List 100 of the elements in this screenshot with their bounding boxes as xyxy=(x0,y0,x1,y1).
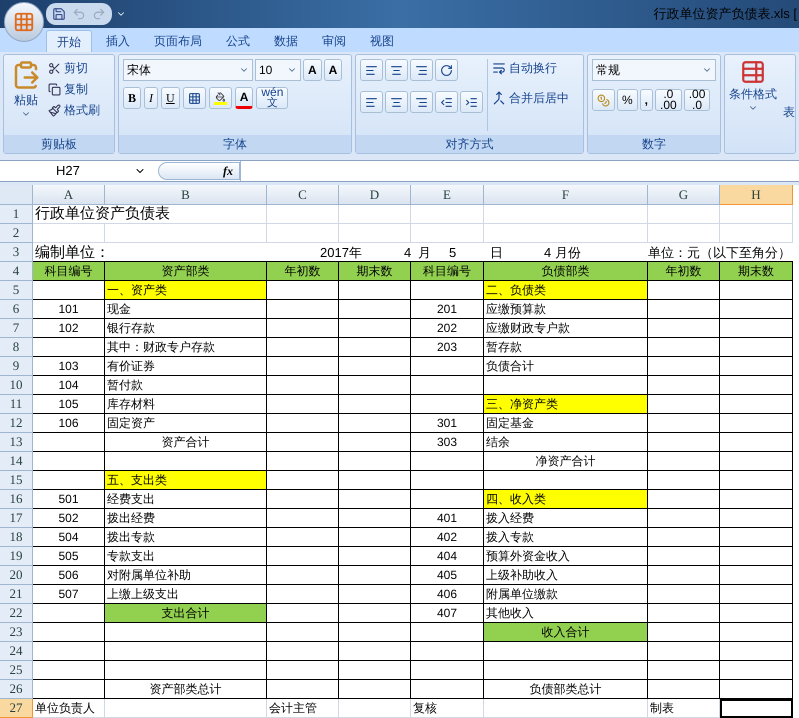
column-header[interactable]: B xyxy=(105,185,267,205)
font-size-field[interactable]: 10 xyxy=(255,59,301,81)
ribbon-tab[interactable]: 开始 xyxy=(46,30,92,52)
table-cell xyxy=(648,395,720,414)
row-header[interactable]: 24 xyxy=(0,642,33,661)
ribbon-tab[interactable]: 公式 xyxy=(216,30,260,52)
row-header[interactable]: 20 xyxy=(0,566,33,585)
font-style-button[interactable]: U xyxy=(161,87,180,109)
row-header[interactable]: 25 xyxy=(0,661,33,680)
row-header[interactable]: 9 xyxy=(0,357,33,376)
ribbon-tab[interactable]: 审阅 xyxy=(312,30,356,52)
row-header[interactable]: 27 xyxy=(0,699,33,718)
row-header[interactable]: 2 xyxy=(0,224,33,243)
font-field[interactable]: 宋体 xyxy=(123,59,253,81)
name-box[interactable]: H27 xyxy=(0,161,150,181)
row-header[interactable]: 13 xyxy=(0,433,33,452)
row-header[interactable]: 22 xyxy=(0,604,33,623)
comma-button[interactable]: , xyxy=(640,89,654,111)
align-left-button[interactable] xyxy=(360,91,383,113)
row-header[interactable]: 7 xyxy=(0,319,33,338)
row-header[interactable]: 21 xyxy=(0,585,33,604)
ribbon-tab[interactable]: 视图 xyxy=(360,30,404,52)
shrink-font-button[interactable]: A xyxy=(324,59,342,81)
column-header[interactable]: G xyxy=(648,185,720,205)
paste-label[interactable]: 粘贴 xyxy=(14,91,38,109)
number-format-field[interactable]: 常规 xyxy=(592,59,716,81)
font-style-button[interactable]: B xyxy=(123,87,142,109)
row-header[interactable]: 16 xyxy=(0,490,33,509)
row-header[interactable]: 3 xyxy=(0,243,33,262)
outdent-button[interactable] xyxy=(435,91,458,113)
header-text: 4 月份 xyxy=(544,244,582,261)
align-right-button[interactable] xyxy=(410,91,433,113)
row-header[interactable]: 19 xyxy=(0,547,33,566)
percent-button[interactable]: % xyxy=(617,89,638,111)
table-cell: 四、收入类 xyxy=(484,490,648,509)
table-cell: 拨入专款 xyxy=(484,528,648,547)
column-header[interactable]: H xyxy=(720,185,793,205)
table-cell xyxy=(267,585,339,604)
indent-button[interactable] xyxy=(460,91,483,113)
merge-center-button[interactable]: 合并后居中 xyxy=(492,89,569,107)
table-cell: 固定资产 xyxy=(105,414,267,433)
align-top-button[interactable] xyxy=(360,59,383,81)
grow-font-button[interactable]: A xyxy=(303,59,322,81)
row-header[interactable]: 18 xyxy=(0,528,33,547)
align-bottom-button[interactable] xyxy=(410,59,433,81)
active-cell[interactable] xyxy=(720,699,793,718)
clipboard-item[interactable]: 剪切 xyxy=(48,59,100,77)
border-button[interactable] xyxy=(182,87,206,109)
group-label: 对齐方式 xyxy=(446,136,494,153)
column-header[interactable]: F xyxy=(484,185,648,205)
wrap-text-button[interactable]: 自动换行 xyxy=(492,59,569,77)
column-header[interactable]: D xyxy=(339,185,411,205)
ribbon-tab[interactable]: 插入 xyxy=(96,30,140,52)
align-middle-button[interactable] xyxy=(385,59,408,81)
row-header[interactable]: 26 xyxy=(0,680,33,699)
fx-button[interactable]: fx xyxy=(158,162,240,180)
border-icon xyxy=(188,92,201,104)
clipboard-item[interactable]: 格式刷 xyxy=(48,101,100,119)
row-header[interactable]: 15 xyxy=(0,471,33,490)
table-cell xyxy=(33,338,105,357)
align-center-button[interactable] xyxy=(385,91,408,113)
row-header[interactable]: 14 xyxy=(0,452,33,471)
header-text: 2017年 xyxy=(320,244,363,261)
table-cell: 501 xyxy=(33,490,105,509)
conditional-format-button[interactable]: 条件格式 xyxy=(729,59,777,149)
row-header[interactable]: 6 xyxy=(0,300,33,319)
table-cell xyxy=(33,661,105,680)
row-header[interactable]: 17 xyxy=(0,509,33,528)
table-format-label[interactable]: 表 xyxy=(783,103,795,149)
font-style-button[interactable]: I xyxy=(144,87,158,109)
row-header[interactable]: 4 xyxy=(0,262,33,281)
row-header[interactable]: 23 xyxy=(0,623,33,642)
office-button[interactable] xyxy=(4,2,44,42)
currency-button[interactable] xyxy=(592,89,615,111)
table-cell xyxy=(267,224,339,243)
table-cell xyxy=(267,528,339,547)
row-header[interactable]: 8 xyxy=(0,338,33,357)
orientation-button[interactable] xyxy=(435,59,458,81)
phonetic-button[interactable]: wén 文 xyxy=(256,87,288,109)
ribbon-tab[interactable]: 数据 xyxy=(264,30,308,52)
column-header[interactable]: E xyxy=(411,185,484,205)
column-header[interactable]: A xyxy=(33,185,105,205)
table-cell xyxy=(339,338,411,357)
column-header[interactable]: C xyxy=(267,185,339,205)
save-icon[interactable] xyxy=(52,7,66,21)
fill-color-button[interactable] xyxy=(208,87,232,109)
table-cell: 407 xyxy=(411,604,484,623)
increase-decimal-button[interactable]: .0 .00 xyxy=(655,89,682,111)
row-header[interactable]: 11 xyxy=(0,395,33,414)
row-header[interactable]: 1 xyxy=(0,205,33,224)
clipboard-item[interactable]: 复制 xyxy=(48,80,100,98)
ribbon-tab[interactable]: 页面布局 xyxy=(144,30,212,52)
row-header[interactable]: 5 xyxy=(0,281,33,300)
row-header[interactable]: 10 xyxy=(0,376,33,395)
decrease-decimal-button[interactable]: .00 .0 xyxy=(684,89,710,111)
table-cell: 期末数 xyxy=(339,262,411,281)
font-color-button[interactable]: A xyxy=(234,87,254,109)
table-cell: 负债部类 xyxy=(484,262,648,281)
table-cell: 有价证券 xyxy=(105,357,267,376)
row-header[interactable]: 12 xyxy=(0,414,33,433)
